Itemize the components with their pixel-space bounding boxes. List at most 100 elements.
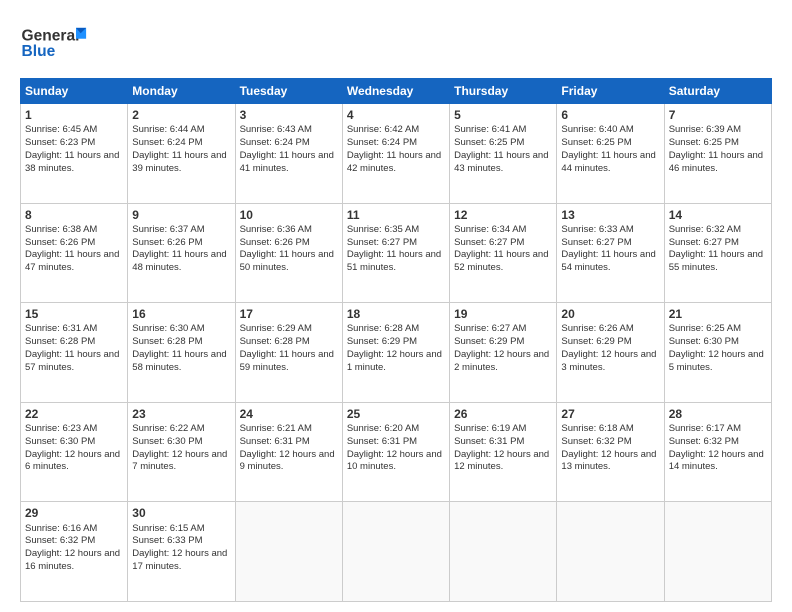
sunrise-text: Sunrise: 6:35 AM xyxy=(347,224,419,235)
daylight-label: Daylight: 11 hours and 47 minutes. xyxy=(25,249,119,273)
day-number: 27 xyxy=(561,406,659,422)
daylight-label: Daylight: 12 hours and 5 minutes. xyxy=(669,349,764,373)
sunrise-text: Sunrise: 6:28 AM xyxy=(347,323,419,334)
calendar-week-5: 29Sunrise: 6:16 AMSunset: 6:32 PMDayligh… xyxy=(21,502,772,602)
calendar-cell: 14Sunrise: 6:32 AMSunset: 6:27 PMDayligh… xyxy=(664,203,771,303)
sunset-text: Sunset: 6:23 PM xyxy=(25,137,95,148)
sunrise-text: Sunrise: 6:39 AM xyxy=(669,124,741,135)
day-number: 12 xyxy=(454,207,552,223)
sunset-text: Sunset: 6:24 PM xyxy=(347,137,417,148)
calendar-cell: 22Sunrise: 6:23 AMSunset: 6:30 PMDayligh… xyxy=(21,402,128,502)
sunrise-text: Sunrise: 6:22 AM xyxy=(132,423,204,434)
calendar-cell: 18Sunrise: 6:28 AMSunset: 6:29 PMDayligh… xyxy=(342,303,449,403)
day-number: 11 xyxy=(347,207,445,223)
calendar-cell: 24Sunrise: 6:21 AMSunset: 6:31 PMDayligh… xyxy=(235,402,342,502)
sunrise-text: Sunrise: 6:16 AM xyxy=(25,523,97,534)
sunset-text: Sunset: 6:31 PM xyxy=(347,436,417,447)
sunrise-text: Sunrise: 6:32 AM xyxy=(669,224,741,235)
day-number: 30 xyxy=(132,505,230,521)
daylight-label: Daylight: 11 hours and 59 minutes. xyxy=(240,349,334,373)
calendar-cell: 11Sunrise: 6:35 AMSunset: 6:27 PMDayligh… xyxy=(342,203,449,303)
sunrise-text: Sunrise: 6:30 AM xyxy=(132,323,204,334)
sunset-text: Sunset: 6:27 PM xyxy=(561,237,631,248)
weekday-header-sunday: Sunday xyxy=(21,79,128,104)
daylight-label: Daylight: 11 hours and 50 minutes. xyxy=(240,249,334,273)
daylight-label: Daylight: 11 hours and 46 minutes. xyxy=(669,150,763,174)
sunset-text: Sunset: 6:26 PM xyxy=(25,237,95,248)
daylight-label: Daylight: 11 hours and 39 minutes. xyxy=(132,150,226,174)
day-number: 25 xyxy=(347,406,445,422)
daylight-label: Daylight: 12 hours and 1 minute. xyxy=(347,349,442,373)
daylight-label: Daylight: 12 hours and 13 minutes. xyxy=(561,449,656,473)
sunset-text: Sunset: 6:26 PM xyxy=(240,237,310,248)
calendar-cell: 16Sunrise: 6:30 AMSunset: 6:28 PMDayligh… xyxy=(128,303,235,403)
sunset-text: Sunset: 6:33 PM xyxy=(132,535,202,546)
calendar-cell: 5Sunrise: 6:41 AMSunset: 6:25 PMDaylight… xyxy=(450,104,557,204)
sunset-text: Sunset: 6:27 PM xyxy=(454,237,524,248)
sunset-text: Sunset: 6:29 PM xyxy=(561,336,631,347)
daylight-label: Daylight: 12 hours and 6 minutes. xyxy=(25,449,120,473)
day-number: 4 xyxy=(347,107,445,123)
calendar-week-1: 1Sunrise: 6:45 AM Sunset: 6:23 PM Daylight… xyxy=(21,104,772,204)
sunrise-text: Sunrise: 6:43 AM xyxy=(240,124,312,135)
day-number: 20 xyxy=(561,306,659,322)
day-number: 16 xyxy=(132,306,230,322)
day-number: 7 xyxy=(669,107,767,123)
day-number: 3 xyxy=(240,107,338,123)
calendar-cell: 25Sunrise: 6:20 AM Sunset: 6:31 PM Dayligh… xyxy=(342,402,449,502)
calendar-cell: 13Sunrise: 6:33 AMSunset: 6:27 PMDayligh… xyxy=(557,203,664,303)
daylight-label: Daylight: 11 hours and 41 minutes. xyxy=(240,150,334,174)
daylight-label: Daylight: 12 hours and 16 minutes. xyxy=(25,548,120,572)
day-number: 21 xyxy=(669,306,767,322)
day-number: 1 xyxy=(25,107,123,123)
sunrise-text: Sunrise: 6:38 AM xyxy=(25,224,97,235)
calendar-cell xyxy=(664,502,771,602)
calendar-cell: 27Sunrise: 6:18 AM Sunset: 6:32 PM Dayligh… xyxy=(557,402,664,502)
calendar-cell xyxy=(235,502,342,602)
weekday-header-wednesday: Wednesday xyxy=(342,79,449,104)
calendar-cell: 8Sunrise: 6:38 AMSunset: 6:26 PMDaylight… xyxy=(21,203,128,303)
daylight-label: Daylight: 12 hours and 12 minutes. xyxy=(454,449,549,473)
calendar-cell: 19Sunrise: 6:27 AMSunset: 6:29 PMDayligh… xyxy=(450,303,557,403)
header: General Blue xyxy=(20,18,772,68)
weekday-header-thursday: Thursday xyxy=(450,79,557,104)
sunset-text: Sunset: 6:32 PM xyxy=(25,535,95,546)
day-number: 22 xyxy=(25,406,123,422)
sunset-text: Sunset: 6:25 PM xyxy=(561,137,631,148)
sunrise-text: Sunrise: 6:19 AM xyxy=(454,423,526,434)
daylight-label: Daylight: 11 hours and 54 minutes. xyxy=(561,249,655,273)
daylight-label: Daylight: 12 hours and 10 minutes. xyxy=(347,449,442,473)
calendar-cell: 6Sunrise: 6:40 AMSunset: 6:25 PMDaylight… xyxy=(557,104,664,204)
sunset-text: Sunset: 6:30 PM xyxy=(669,336,739,347)
sunset-text: Sunset: 6:26 PM xyxy=(132,237,202,248)
day-number: 15 xyxy=(25,306,123,322)
sunset-text: Sunset: 6:27 PM xyxy=(669,237,739,248)
calendar-cell: 29Sunrise: 6:16 AMSunset: 6:32 PMDayligh… xyxy=(21,502,128,602)
calendar-cell xyxy=(342,502,449,602)
calendar-week-4: 22Sunrise: 6:23 AMSunset: 6:30 PMDayligh… xyxy=(21,402,772,502)
daylight-label: Daylight: 12 hours and 7 minutes. xyxy=(132,449,227,473)
daylight-label: Daylight: 11 hours and 43 minutes. xyxy=(454,150,548,174)
sunrise-text: Sunrise: 6:26 AM xyxy=(561,323,633,334)
daylight-label: Daylight: 11 hours and 57 minutes. xyxy=(25,349,119,373)
sunset-text: Sunset: 6:31 PM xyxy=(240,436,310,447)
sunset-text: Sunset: 6:30 PM xyxy=(132,436,202,447)
sunset-text: Sunset: 6:31 PM xyxy=(454,436,524,447)
calendar-cell: 26Sunrise: 6:19 AMSunset: 6:31 PMDayligh… xyxy=(450,402,557,502)
sunrise-text: Sunrise: 6:36 AM xyxy=(240,224,312,235)
sunrise-text: Sunrise: 6:18 AM xyxy=(561,423,633,434)
sunset-text: Sunset: 6:32 PM xyxy=(561,436,631,447)
day-number: 19 xyxy=(454,306,552,322)
sunrise-text: Sunrise: 6:45 AM xyxy=(25,124,97,135)
sunrise-text: Sunrise: 6:20 AM xyxy=(347,423,419,434)
weekday-header-monday: Monday xyxy=(128,79,235,104)
calendar-cell: 15Sunrise: 6:31 AMSunset: 6:28 PMDayligh… xyxy=(21,303,128,403)
daylight-label: Daylight: 11 hours and 42 minutes. xyxy=(347,150,441,174)
sunrise-text: Sunrise: 6:31 AM xyxy=(25,323,97,334)
daylight-label: Daylight: 11 hours and 52 minutes. xyxy=(454,249,548,273)
sunrise-text: Sunrise: 6:40 AM xyxy=(561,124,633,135)
day-number: 2 xyxy=(132,107,230,123)
calendar-cell: 2Sunrise: 6:44 AMSunset: 6:24 PMDaylight… xyxy=(128,104,235,204)
sunset-text: Sunset: 6:25 PM xyxy=(669,137,739,148)
calendar-cell: 17Sunrise: 6:29 AMSunset: 6:28 PMDayligh… xyxy=(235,303,342,403)
